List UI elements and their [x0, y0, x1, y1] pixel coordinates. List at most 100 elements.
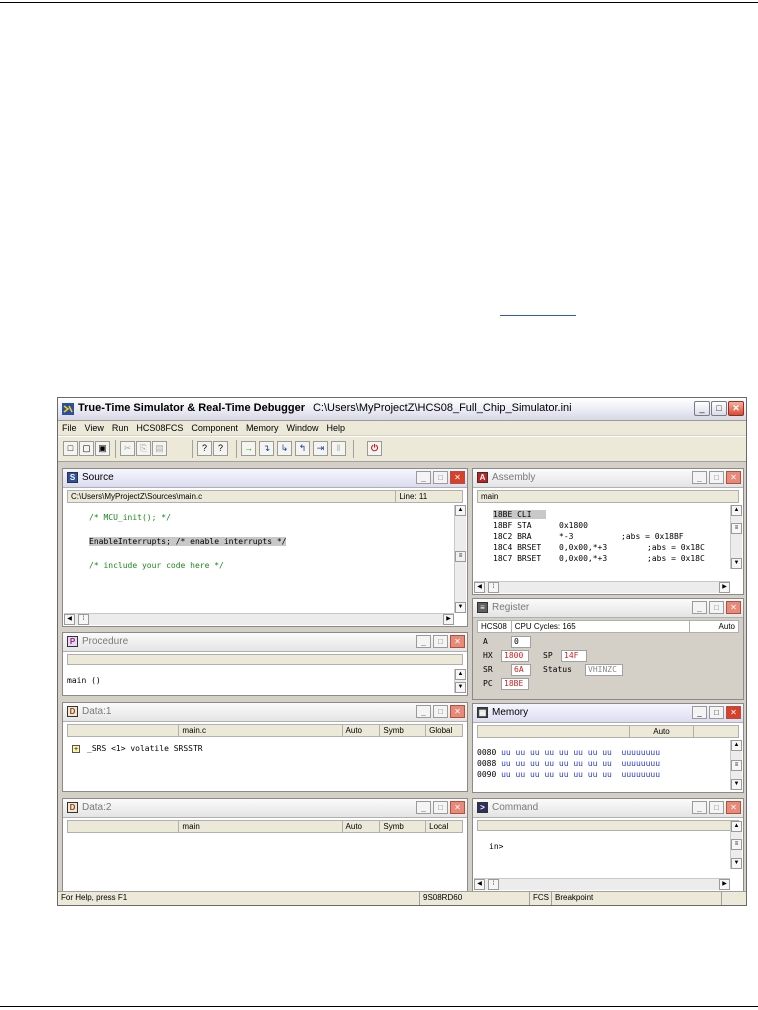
scroll-up-icon[interactable]: ▲ [731, 821, 742, 832]
reset-icon[interactable]: ⏻ [367, 441, 382, 456]
scroll-thumb[interactable]: ≡ [731, 839, 742, 850]
data1-variable[interactable]: _SRS <1> volatile SRSSTR [87, 744, 203, 753]
scroll-thumb[interactable]: ≡ [455, 551, 466, 562]
scroll-thumb[interactable]: ≡ [731, 523, 742, 534]
source-title-bar[interactable]: S Source _ □ ✕ [63, 469, 467, 488]
assembly-title-bar[interactable]: A Assembly _ □ ✕ [473, 469, 743, 488]
source-horizontal-scrollbar[interactable]: ◀ ⁞ ▶ [64, 613, 454, 625]
memory-row[interactable]: 0090 uu uu uu uu uu uu uu uu uuuuuuuu [477, 770, 660, 779]
data2-scope[interactable]: Local [426, 821, 462, 832]
procedure-item[interactable]: main () [67, 676, 101, 685]
memory-title-bar[interactable]: ▦ Memory _ □ ✕ [473, 704, 743, 723]
menu-hcs08fcs[interactable]: HCS08FCS [136, 421, 183, 435]
command-horizontal-scrollbar[interactable]: ◀ ⁞ ▶ [474, 878, 730, 890]
menu-file[interactable]: File [62, 421, 77, 435]
scroll-up-icon[interactable]: ▲ [731, 505, 742, 516]
source-close-button[interactable]: ✕ [450, 471, 465, 484]
maximize-button[interactable]: □ [711, 401, 727, 416]
menu-run[interactable]: Run [112, 421, 129, 435]
command-close-button[interactable]: ✕ [726, 801, 741, 814]
register-sr-value[interactable]: 6A [511, 664, 531, 676]
scroll-up-icon[interactable]: ▲ [455, 505, 466, 516]
data2-format[interactable]: Symb [380, 821, 427, 832]
memory-minimize-button[interactable]: _ [692, 706, 707, 719]
menu-memory[interactable]: Memory [246, 421, 279, 435]
register-status-flags[interactable]: VHINZC [585, 664, 623, 676]
data2-minimize-button[interactable]: _ [416, 801, 431, 814]
register-hx-value[interactable]: 1800 [501, 650, 529, 662]
scroll-thumb[interactable]: ≡ [731, 760, 742, 771]
memory-vertical-scrollbar[interactable]: ▲ ≡ ▼ [730, 740, 742, 790]
single-step-icon[interactable]: ↴ [259, 441, 274, 456]
data2-title-bar[interactable]: D Data:2 _ □ ✕ [63, 799, 467, 818]
scroll-right-icon[interactable]: ▶ [719, 879, 730, 890]
assembly-row[interactable]: 18C2 BRA [493, 532, 532, 541]
expand-icon[interactable]: + [72, 745, 80, 753]
command-title-bar[interactable]: > Command _ □ ✕ [473, 799, 743, 818]
source-line-current[interactable]: EnableInterrupts; /* enable interrupts *… [89, 537, 287, 546]
command-prompt[interactable]: in> [489, 842, 503, 851]
scroll-up-icon[interactable]: ▲ [731, 740, 742, 751]
start-continue-icon[interactable]: → [241, 441, 256, 456]
memory-row[interactable]: 0080 uu uu uu uu uu uu uu uu uuuuuuuu [477, 748, 660, 757]
assembly-maximize-button[interactable]: □ [709, 471, 724, 484]
menu-help[interactable]: Help [326, 421, 345, 435]
title-bar[interactable]: True-Time Simulator & Real-Time Debugger… [58, 398, 746, 421]
menu-view[interactable]: View [85, 421, 104, 435]
context-help-icon[interactable]: ? [213, 441, 228, 456]
register-pc-value[interactable]: 18BE [501, 678, 529, 690]
step-over-icon[interactable]: ↳ [277, 441, 292, 456]
open-file-icon[interactable]: ▢ [79, 441, 94, 456]
assembly-horizontal-scrollbar[interactable]: ◀ ⁞ ▶ [474, 581, 730, 593]
data1-minimize-button[interactable]: _ [416, 705, 431, 718]
register-minimize-button[interactable]: _ [692, 601, 707, 614]
scroll-right-icon[interactable]: ▶ [719, 582, 730, 593]
assembly-step-icon[interactable]: ⇥ [313, 441, 328, 456]
scroll-down-icon[interactable]: ▼ [731, 858, 742, 869]
register-close-button[interactable]: ✕ [726, 601, 741, 614]
command-vertical-scrollbar[interactable]: ▲ ≡ ▼ [730, 821, 742, 869]
data1-format[interactable]: Symb [380, 725, 427, 736]
data1-scope[interactable]: Global [426, 725, 462, 736]
copy-icon[interactable]: ⎘ [136, 441, 151, 456]
source-maximize-button[interactable]: □ [433, 471, 448, 484]
register-mode[interactable]: Auto [690, 621, 738, 632]
data2-close-button[interactable]: ✕ [450, 801, 465, 814]
source-line[interactable]: /* MCU_init(); */ [89, 513, 171, 522]
scroll-left-icon[interactable]: ◀ [474, 582, 485, 593]
halt-icon[interactable]: ‖ [331, 441, 346, 456]
scroll-left-icon[interactable]: ◀ [64, 614, 75, 625]
procedure-maximize-button[interactable]: □ [433, 635, 448, 648]
memory-row[interactable]: 0088 uu uu uu uu uu uu uu uu uuuuuuuu [477, 759, 660, 768]
scroll-thumb[interactable]: ⁞ [78, 614, 89, 625]
register-a-value[interactable]: 0 [511, 636, 531, 648]
minimize-button[interactable]: _ [694, 401, 710, 416]
scroll-down-icon[interactable]: ▼ [455, 682, 466, 693]
memory-close-button[interactable]: ✕ [726, 706, 741, 719]
scroll-down-icon[interactable]: ▼ [731, 779, 742, 790]
procedure-title-bar[interactable]: P Procedure _ □ ✕ [63, 633, 467, 652]
data1-mode[interactable]: Auto [343, 725, 381, 736]
procedure-vertical-scrollbar[interactable]: ▲ ▼ [454, 669, 466, 693]
menu-window[interactable]: Window [286, 421, 318, 435]
close-button[interactable]: ✕ [728, 401, 744, 416]
source-line[interactable]: /* include your code here */ [89, 561, 224, 570]
memory-mode[interactable]: Auto [630, 726, 694, 737]
help-icon[interactable]: ? [197, 441, 212, 456]
save-icon[interactable]: ▣ [95, 441, 110, 456]
menu-component[interactable]: Component [191, 421, 238, 435]
command-maximize-button[interactable]: □ [709, 801, 724, 814]
data1-title-bar[interactable]: D Data:1 _ □ ✕ [63, 703, 467, 722]
cut-icon[interactable]: ✂ [120, 441, 135, 456]
source-vertical-scrollbar[interactable]: ▲ ≡ ▼ [454, 505, 466, 613]
new-file-icon[interactable]: □ [63, 441, 78, 456]
data1-close-button[interactable]: ✕ [450, 705, 465, 718]
procedure-minimize-button[interactable]: _ [416, 635, 431, 648]
scroll-up-icon[interactable]: ▲ [455, 669, 466, 680]
memory-maximize-button[interactable]: □ [709, 706, 724, 719]
data1-maximize-button[interactable]: □ [433, 705, 448, 718]
source-minimize-button[interactable]: _ [416, 471, 431, 484]
command-minimize-button[interactable]: _ [692, 801, 707, 814]
paste-icon[interactable]: ▤ [152, 441, 167, 456]
scroll-left-icon[interactable]: ◀ [474, 879, 485, 890]
